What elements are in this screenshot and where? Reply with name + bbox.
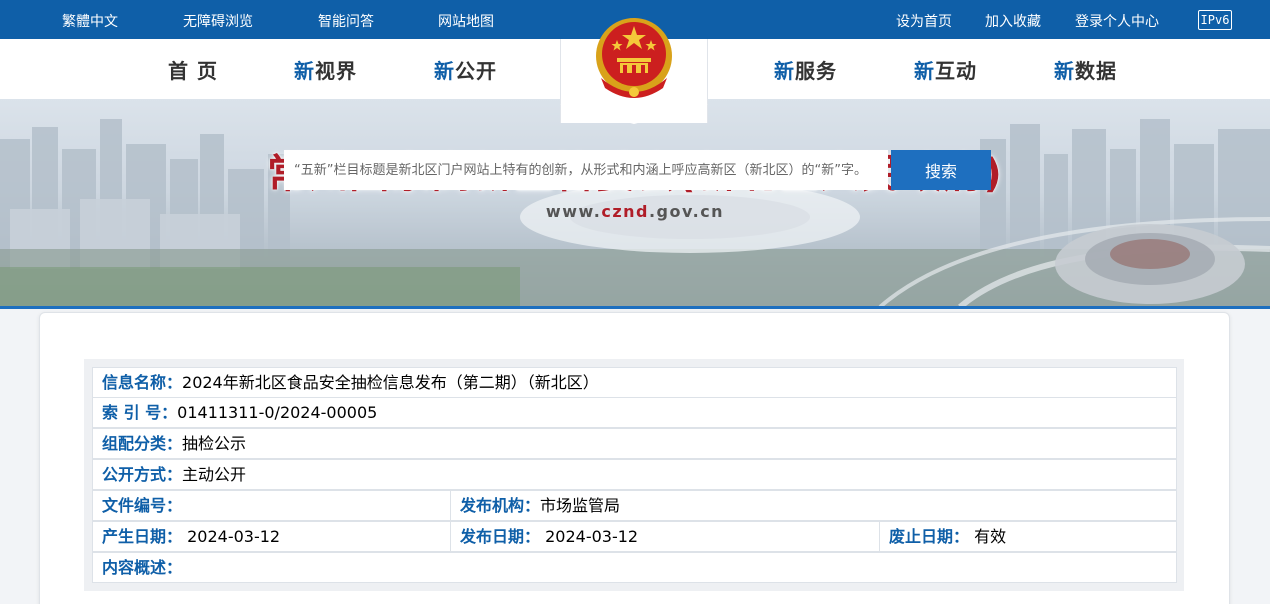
set-homepage-link[interactable]: 设为首页: [896, 11, 952, 31]
category-label: 组配分类：: [102, 434, 183, 453]
banner-divider: [0, 306, 1270, 309]
site-url: www.cznd.gov.cn: [0, 202, 1270, 221]
published-date-cell: 发布日期： 2024-03-12: [451, 522, 880, 551]
info-row-dates: 产生日期： 2024-03-12 发布日期： 2024-03-12 废止日期： …: [92, 521, 1177, 552]
traditional-chinese-link[interactable]: 繁體中文: [62, 11, 118, 31]
open-method-label: 公开方式：: [102, 465, 183, 484]
index-cell: 索 引 号：01411311-0/2024-00005: [93, 398, 1176, 427]
published-date-value: 2024-03-12: [545, 527, 639, 546]
search-input[interactable]: [284, 150, 888, 190]
add-favorite-link[interactable]: 加入收藏: [985, 11, 1041, 31]
nav-service-prefix: 新: [774, 59, 795, 83]
category-value: 抽检公示: [182, 434, 247, 453]
created-date-label: 产生日期：: [102, 527, 183, 546]
info-row-open-method: 公开方式：主动公开: [92, 459, 1177, 490]
nav-service-label: 服务: [795, 59, 837, 83]
nav-interact-prefix: 新: [914, 59, 935, 83]
info-row-summary: 内容概述：: [92, 552, 1177, 583]
nav-home-label: 首 页: [168, 59, 218, 83]
nav-interact[interactable]: 新互动: [914, 55, 977, 84]
nav-public-prefix: 新: [434, 59, 455, 83]
login-personal-center-link[interactable]: 登录个人中心: [1075, 11, 1159, 31]
site-url-suffix: .gov.cn: [648, 202, 725, 221]
index-number-value: 01411311-0/2024-00005: [177, 403, 378, 422]
info-name-cell: 信息名称：2024年新北区食品安全抽检信息发布（第二期）（新北区）: [93, 368, 1176, 397]
nav-data-prefix: 新: [1054, 59, 1075, 83]
open-method-cell: 公开方式：主动公开: [93, 460, 1176, 489]
info-name-label: 信息名称：: [102, 373, 183, 392]
emblem-panel-tip: [560, 104, 708, 124]
created-date-cell: 产生日期： 2024-03-12: [93, 522, 451, 551]
nav-interact-label: 互动: [935, 59, 977, 83]
sitemap-link[interactable]: 网站地图: [438, 11, 494, 31]
category-cell: 组配分类：抽检公示: [93, 429, 1176, 458]
info-name-value: 2024年新北区食品安全抽检信息发布（第二期）（新北区）: [182, 373, 599, 392]
info-row-category: 组配分类：抽检公示: [92, 428, 1177, 459]
nav-service[interactable]: 新服务: [774, 55, 837, 84]
doc-number-label: 文件编号：: [102, 496, 183, 515]
info-row-index: 索 引 号：01411311-0/2024-00005: [92, 397, 1177, 428]
nav-data-label: 数据: [1075, 59, 1117, 83]
publisher-label: 发布机构：: [460, 496, 541, 515]
nav-vision[interactable]: 新视界: [294, 55, 357, 84]
ipv6-badge: IPv6: [1198, 10, 1232, 30]
site-url-domain: cznd: [601, 202, 649, 221]
open-method-value: 主动公开: [182, 465, 247, 484]
publisher-cell: 发布机构：市场监管局: [451, 491, 1176, 520]
created-date-value: 2024-03-12: [187, 527, 281, 546]
nav-data[interactable]: 新数据: [1054, 55, 1117, 84]
nav-public-label: 公开: [455, 59, 497, 83]
nav-vision-label: 视界: [315, 59, 357, 83]
site-url-prefix: www.: [545, 202, 602, 221]
doc-number-cell: 文件编号：: [93, 491, 451, 520]
nav-home[interactable]: 首 页: [168, 55, 218, 84]
info-row-doc-publisher: 文件编号： 发布机构：市场监管局: [92, 490, 1177, 521]
index-number-label: 索 引 号：: [102, 403, 178, 422]
info-row-name: 信息名称：2024年新北区食品安全抽检信息发布（第二期）（新北区）: [92, 367, 1177, 398]
summary-cell: 内容概述：: [93, 553, 1176, 582]
summary-label: 内容概述：: [102, 558, 183, 577]
published-date-label: 发布日期：: [460, 527, 541, 546]
banner: 常州国家高新区管委会(新北区人民政府) www.cznd.gov.cn: [0, 99, 1270, 307]
search-button[interactable]: 搜索: [891, 150, 991, 190]
accessibility-link[interactable]: 无障碍浏览: [183, 11, 253, 31]
publisher-value: 市场监管局: [540, 496, 621, 515]
nav-vision-prefix: 新: [294, 59, 315, 83]
nav-public[interactable]: 新公开: [434, 55, 497, 84]
expire-date-cell: 废止日期： 有效: [880, 522, 1176, 551]
smart-qa-link[interactable]: 智能问答: [318, 11, 374, 31]
expire-date-label: 废止日期：: [889, 527, 970, 546]
expire-date-value: 有效: [974, 527, 1007, 546]
national-emblem-icon[interactable]: [593, 16, 675, 102]
